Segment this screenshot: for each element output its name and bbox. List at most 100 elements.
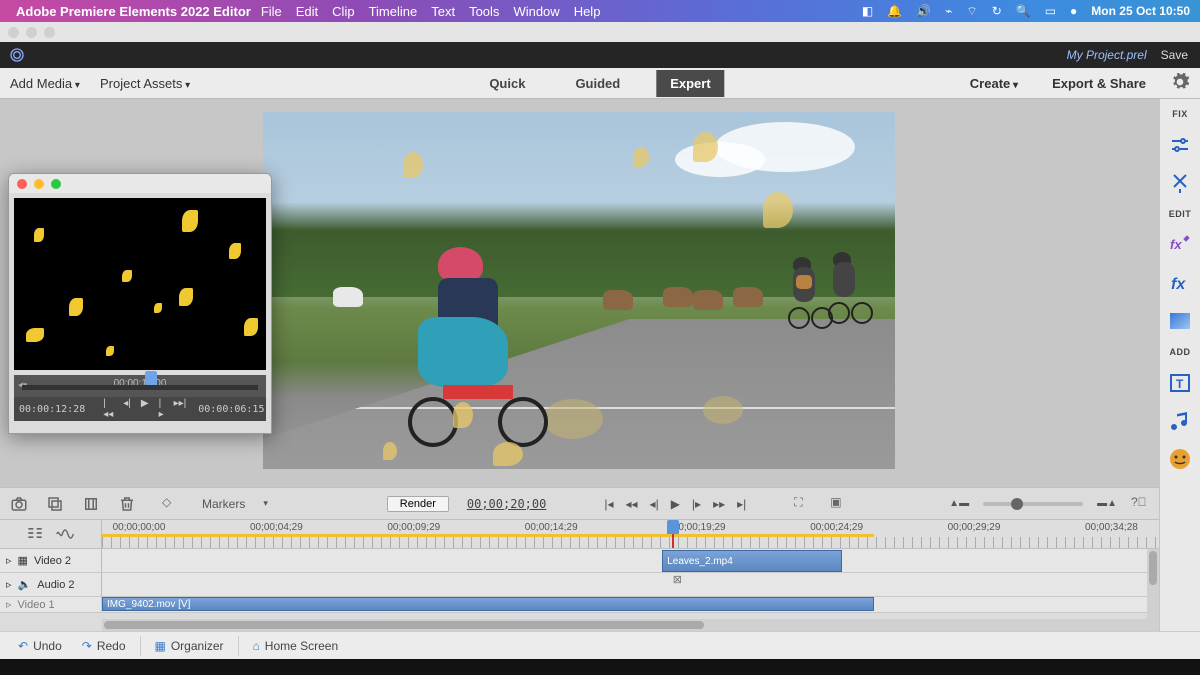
tp-play-icon[interactable]: ▶ — [671, 497, 680, 511]
app-name[interactable]: Adobe Premiere Elements 2022 Editor — [16, 4, 251, 19]
save-button[interactable]: Save — [1161, 48, 1188, 62]
timeline-current-tc[interactable]: 00;00;20;00 — [467, 497, 546, 511]
traffic-light-min[interactable] — [26, 27, 37, 38]
src-traffic-max[interactable] — [51, 179, 61, 189]
timeline-scrollbar-h[interactable] — [102, 619, 1159, 631]
menu-help[interactable]: Help — [574, 4, 601, 19]
create-button[interactable]: Create — [960, 76, 1028, 91]
rail-transitions-icon[interactable] — [1168, 309, 1192, 333]
project-assets-button[interactable]: Project Assets — [90, 76, 200, 91]
tp-ffwd-icon[interactable]: ▸▸ — [713, 497, 725, 511]
source-scrubber[interactable] — [145, 371, 157, 385]
tp-goto-end-icon[interactable]: ▸| — [737, 497, 746, 511]
status-sync-icon[interactable]: ↻ — [992, 4, 1002, 18]
src-goto-start-icon[interactable]: |◂◂ — [103, 398, 113, 420]
rail-tools-icon[interactable] — [1168, 171, 1192, 195]
rail-music-icon[interactable] — [1168, 409, 1192, 433]
src-goto-end-icon[interactable]: ▸▸| — [174, 398, 187, 420]
track-expand-icon[interactable]: ▹ — [6, 578, 12, 591]
program-monitor[interactable] — [263, 112, 895, 469]
menu-file[interactable]: File — [261, 4, 282, 19]
clip-img9402[interactable]: IMG_9402.mov [V] — [102, 597, 874, 611]
export-share-button[interactable]: Export & Share — [1042, 76, 1156, 91]
status-search-icon[interactable]: 🔍 — [1016, 4, 1031, 18]
status-controlcenter-icon[interactable]: ◧ — [862, 4, 873, 18]
timeline-playhead[interactable] — [667, 520, 679, 534]
timeline-toolbar: ◇ Markers ▾ Render 00;00;20;00 |◂ ◂◂ ◂| … — [0, 487, 1159, 519]
tp-step-fwd-icon[interactable]: |▸ — [692, 497, 701, 511]
track-speaker-icon[interactable]: 🔈 — [18, 578, 32, 591]
tl-snapshot-icon[interactable] — [10, 495, 28, 513]
menu-clip[interactable]: Clip — [332, 4, 354, 19]
render-button[interactable]: Render — [387, 496, 449, 512]
rail-fx-stack-icon[interactable]: fx — [1168, 233, 1192, 257]
src-traffic-close[interactable] — [17, 179, 27, 189]
track-filmstrip-icon[interactable]: ▦ — [18, 554, 28, 567]
traffic-light-max[interactable] — [44, 27, 55, 38]
redo-button[interactable]: ↷Redo — [76, 639, 132, 653]
project-name: My Project.prel — [1067, 48, 1147, 62]
zoom-in-icon[interactable]: ▬▲ — [1097, 498, 1117, 509]
status-user-icon[interactable]: ● — [1070, 4, 1077, 18]
tl-markers-caret-icon[interactable]: ▾ — [263, 498, 268, 509]
tl-markers-label[interactable]: Markers — [202, 497, 245, 511]
zoom-slider[interactable] — [983, 502, 1083, 506]
track-label: Audio 2 — [37, 579, 74, 591]
tab-quick[interactable]: Quick — [475, 70, 539, 97]
add-media-button[interactable]: Add Media — [0, 76, 90, 91]
timeline-ruler-head — [0, 520, 102, 548]
status-volume-icon[interactable]: 🔊 — [916, 4, 931, 18]
track-expand-icon[interactable]: ▹ — [6, 598, 12, 611]
tp-goto-start-icon[interactable]: |◂ — [604, 497, 613, 511]
rail-fx-icon[interactable]: fx — [1168, 271, 1192, 295]
source-timebar[interactable]: ◂▪ 00:00:10:00 — [14, 375, 266, 397]
src-step-fwd-icon[interactable]: |▸ — [159, 398, 164, 420]
menu-text[interactable]: Text — [431, 4, 455, 19]
header-lanes-icon[interactable] — [25, 523, 47, 545]
src-play-icon[interactable]: ▶ — [141, 398, 149, 420]
zoom-out-icon[interactable]: ▲▬ — [949, 498, 969, 509]
home-button[interactable]: ⌂Home Screen — [247, 639, 345, 653]
status-notification-icon[interactable]: 🔔 — [887, 4, 902, 18]
tl-trash-icon[interactable] — [118, 495, 136, 513]
menu-timeline[interactable]: Timeline — [369, 4, 418, 19]
source-monitor-window[interactable]: ◂▪ 00:00:10:00 00:00:12:28 |◂◂ ◂| ▶ |▸ ▸… — [8, 173, 272, 434]
tl-ripple-icon[interactable] — [82, 495, 100, 513]
clip-leaves[interactable]: Leaves_2.mp4 — [662, 550, 842, 572]
traffic-light-close[interactable] — [8, 27, 19, 38]
src-step-back-icon[interactable]: ◂| — [123, 398, 131, 420]
rail-adjust-icon[interactable] — [1168, 133, 1192, 157]
source-window-chrome — [9, 174, 271, 193]
undo-label: Undo — [33, 639, 62, 653]
menu-window[interactable]: Window — [513, 4, 559, 19]
tl-marker-icon[interactable]: ◇ — [162, 495, 180, 513]
tp-safe-margins-icon[interactable]: ▣ — [830, 495, 848, 513]
src-traffic-min[interactable] — [34, 179, 44, 189]
tab-guided[interactable]: Guided — [561, 70, 634, 97]
rail-titles-icon[interactable]: T — [1168, 371, 1192, 395]
tl-copy-icon[interactable] — [46, 495, 64, 513]
source-preview[interactable] — [14, 198, 266, 370]
timeline-scrollbar-v[interactable] — [1147, 549, 1159, 619]
menu-datetime[interactable]: Mon 25 Oct 10:50 — [1091, 4, 1190, 18]
tab-expert[interactable]: Expert — [656, 70, 724, 97]
track-expand-icon[interactable]: ▹ — [6, 554, 12, 567]
organizer-button[interactable]: ▦Organizer — [149, 639, 230, 653]
track-label: Video 2 — [34, 555, 71, 567]
tp-rewind-icon[interactable]: ◂◂ — [626, 497, 638, 511]
status-display-icon[interactable]: ▭ — [1045, 4, 1056, 18]
timeline-ruler[interactable]: 00;00;00;00 00;00;04;29 00;00;09;29 00;0… — [102, 520, 1159, 548]
header-waveform-icon[interactable] — [55, 523, 77, 545]
status-bluetooth-icon[interactable]: ⌁ — [945, 4, 952, 18]
rail-graphics-icon[interactable] — [1168, 447, 1192, 471]
menu-tools[interactable]: Tools — [469, 4, 499, 19]
tp-step-back-icon[interactable]: ◂| — [650, 497, 659, 511]
track-label: Video 1 — [18, 599, 55, 611]
gear-icon[interactable] — [1170, 72, 1192, 94]
undo-button[interactable]: ↶Undo — [12, 639, 68, 653]
tp-fullscreen-icon[interactable]: ⛶ — [794, 495, 812, 513]
tl-help-icon[interactable]: ?⃝ — [1131, 495, 1149, 513]
status-wifi-icon[interactable]: ⌔ — [966, 4, 977, 19]
menu-edit[interactable]: Edit — [296, 4, 318, 19]
app-logo-icon[interactable] — [6, 44, 28, 66]
